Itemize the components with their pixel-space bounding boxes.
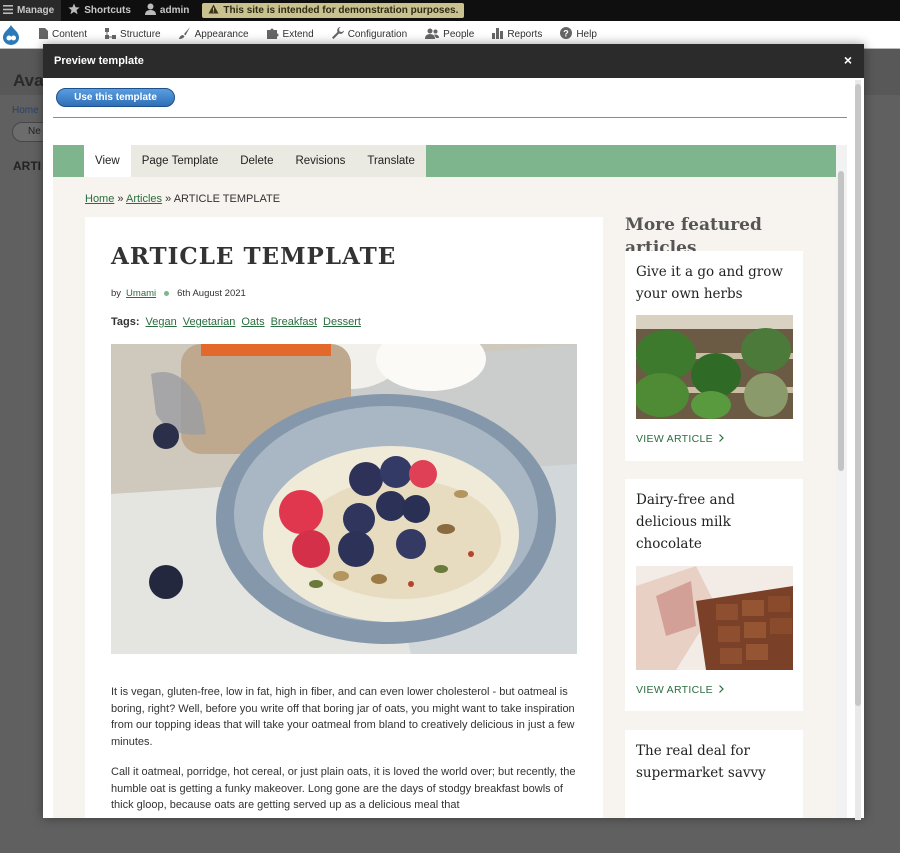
local-tasks: View Page Template Delete Revisions Tran… [84,145,426,177]
article-hero-image [111,344,577,654]
close-icon[interactable]: × [844,53,852,67]
article-card: ARTICLE TEMPLATE by Umami 6th August 202… [85,217,603,818]
article-byline: by Umami 6th August 2021 [111,288,246,299]
admin-toolbar: Manage Shortcuts admin This site is inte… [0,0,900,21]
byline-dot [164,291,170,296]
tab-page-template[interactable]: Page Template [131,145,230,177]
tray-appearance-label: Appearance [194,29,249,40]
featured-article-card: The real deal for supermarket savvy [625,730,803,818]
view-article-label: VIEW ARTICLE [636,684,713,696]
byline-by: by [111,288,122,299]
tray-help-label: Help [576,29,597,40]
manage-button[interactable]: Manage [0,0,62,21]
user-button[interactable]: admin [138,0,196,21]
wrench-icon [331,27,344,42]
chevron-right-icon [719,433,724,445]
tag-link[interactable]: Vegetarian [183,316,236,328]
featured-article-title: Give it a go and grow your own herbs [636,264,783,302]
shortcuts-label: Shortcuts [84,5,131,16]
breadcrumb-current: ARTICLE TEMPLATE [173,193,281,205]
article-paragraph: It is vegan, gluten-free, low in fat, hi… [111,686,575,748]
star-icon [68,3,80,18]
drupal-logo-icon[interactable] [2,24,20,45]
background-breadcrumb: Home [12,105,39,116]
preview-content: View Page Template Delete Revisions Tran… [53,145,836,818]
content-icon [39,27,48,42]
tray-content-label: Content [52,29,88,40]
help-icon: ? [560,27,573,42]
user-icon [144,3,156,18]
view-article-label: VIEW ARTICLE [636,433,713,445]
brush-icon [178,27,191,42]
user-label: admin [159,5,190,16]
chevron-right-icon [719,684,724,696]
manage-label: Manage [17,5,55,16]
dialog-scrollbar-thumb[interactable] [855,84,861,706]
tab-delete[interactable]: Delete [229,145,284,177]
breadcrumb-separator: » [117,193,124,205]
featured-article-card: Give it a go and grow your own herbs VIE… [625,251,803,461]
featured-article-title: The real deal for supermarket savvy [636,743,766,781]
article-paragraph: Call it oatmeal, porridge, hot cereal, o… [111,766,576,811]
breadcrumb-separator: » [165,193,172,205]
tabs-bar: View Page Template Delete Revisions Tran… [53,145,836,177]
puzzle-icon [266,27,279,42]
preview-frame: View Page Template Delete Revisions Tran… [53,117,847,818]
view-article-link[interactable]: VIEW ARTICLE [636,684,724,696]
preview-scrollbar-thumb[interactable] [838,171,844,471]
featured-article-card: Dairy-free and delicious milk chocolate [625,479,803,711]
demo-notice: This site is intended for demonstration … [202,3,465,18]
menu-icon [3,4,13,17]
article-title: ARTICLE TEMPLATE [111,243,397,270]
dialog-titlebar: Preview template × [43,44,864,78]
background-title: Ava [13,71,44,90]
shortcuts-button[interactable]: Shortcuts [61,0,138,21]
breadcrumb-home-link[interactable]: Home [85,193,114,205]
tag-link[interactable]: Breakfast [271,316,317,328]
chocolate-image [636,566,793,670]
preview-scrollbar[interactable] [836,145,847,818]
reports-icon [492,27,504,42]
tray-structure-label: Structure [120,29,161,40]
notice-text: This site is intended for demonstration … [223,5,459,16]
tag-link[interactable]: Dessert [323,316,361,328]
tray-reports-label: Reports [507,29,543,40]
dialog-title: Preview template [54,55,144,67]
tray-extend-label: Extend [282,29,314,40]
breadcrumb-articles-link[interactable]: Articles [126,193,162,205]
tag-link[interactable]: Vegan [146,316,177,328]
author-link[interactable]: Umami [126,288,156,299]
structure-icon [105,27,117,42]
tray-people-label: People [443,29,475,40]
dialog-scrollbar[interactable] [855,80,861,820]
warning-icon [208,4,219,17]
article-tags: Tags: Vegan Vegetarian Oats Breakfast De… [111,316,361,328]
breadcrumb: Home » Articles » ARTICLE TEMPLATE [85,193,280,205]
people-icon [425,28,440,42]
preview-dialog: Preview template × Use this template Vie… [43,44,864,820]
article-date: 6th August 2021 [177,288,246,299]
background-article-label: ARTI [13,159,41,173]
svg-text:?: ? [564,28,570,38]
tag-link[interactable]: Oats [241,316,264,328]
tags-label: Tags: [111,316,140,328]
tab-translate[interactable]: Translate [356,145,426,177]
view-article-link[interactable]: VIEW ARTICLE [636,433,724,445]
tab-view[interactable]: View [84,145,131,177]
tab-revisions[interactable]: Revisions [284,145,356,177]
tray-configuration-label: Configuration [347,29,408,40]
featured-article-title: Dairy-free and delicious milk chocolate [636,492,735,552]
use-template-button[interactable]: Use this template [56,88,175,107]
herbs-image [636,315,793,419]
